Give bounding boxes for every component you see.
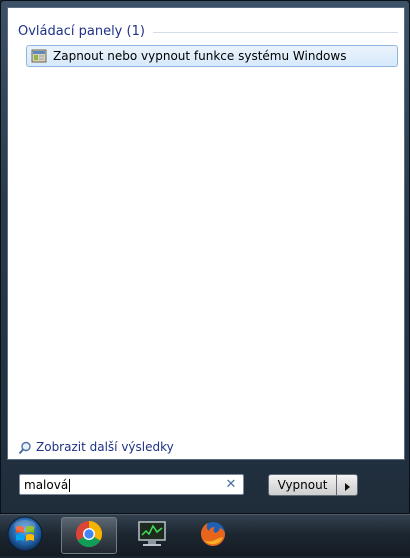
start-button[interactable] <box>0 516 50 554</box>
start-menu: Ovládací panely (1) Zapnout nebo vypnout… <box>0 0 410 514</box>
chrome-icon <box>74 519 104 553</box>
search-input-value: malová <box>24 477 69 492</box>
text-caret <box>69 478 71 492</box>
clear-search-icon[interactable]: ✕ <box>224 477 238 492</box>
task-manager-icon <box>136 520 168 552</box>
firefox-icon <box>198 519 228 553</box>
taskbar-chrome-button[interactable] <box>61 517 117 554</box>
power-controls: Vypnout <box>268 474 358 496</box>
shutdown-options-button[interactable] <box>336 474 358 496</box>
shutdown-button[interactable]: Vypnout <box>268 474 336 496</box>
windows-features-icon <box>31 48 47 64</box>
search-results-pane: Ovládací panely (1) Zapnout nebo vypnout… <box>7 7 405 460</box>
search-result-label: Zapnout nebo vypnout funkce systému Wind… <box>53 49 347 63</box>
group-divider <box>152 31 398 33</box>
search-input[interactable]: malová ✕ <box>19 474 244 495</box>
taskbar <box>0 514 410 556</box>
results-group-header[interactable]: Ovládací panely (1) <box>18 22 398 40</box>
taskbar-firefox-button[interactable] <box>185 517 241 554</box>
taskbar-task-manager-button[interactable] <box>124 517 180 554</box>
windows-logo-icon <box>5 514 45 558</box>
results-group-title[interactable]: Ovládací panely (1) <box>18 24 145 39</box>
see-more-results-link[interactable]: Zobrazit další výsledky <box>18 439 174 455</box>
see-more-results-label: Zobrazit další výsledky <box>36 440 174 454</box>
search-result-item[interactable]: Zapnout nebo vypnout funkce systému Wind… <box>26 45 398 67</box>
magnifier-icon <box>18 440 32 455</box>
chevron-right-icon <box>343 476 351 495</box>
